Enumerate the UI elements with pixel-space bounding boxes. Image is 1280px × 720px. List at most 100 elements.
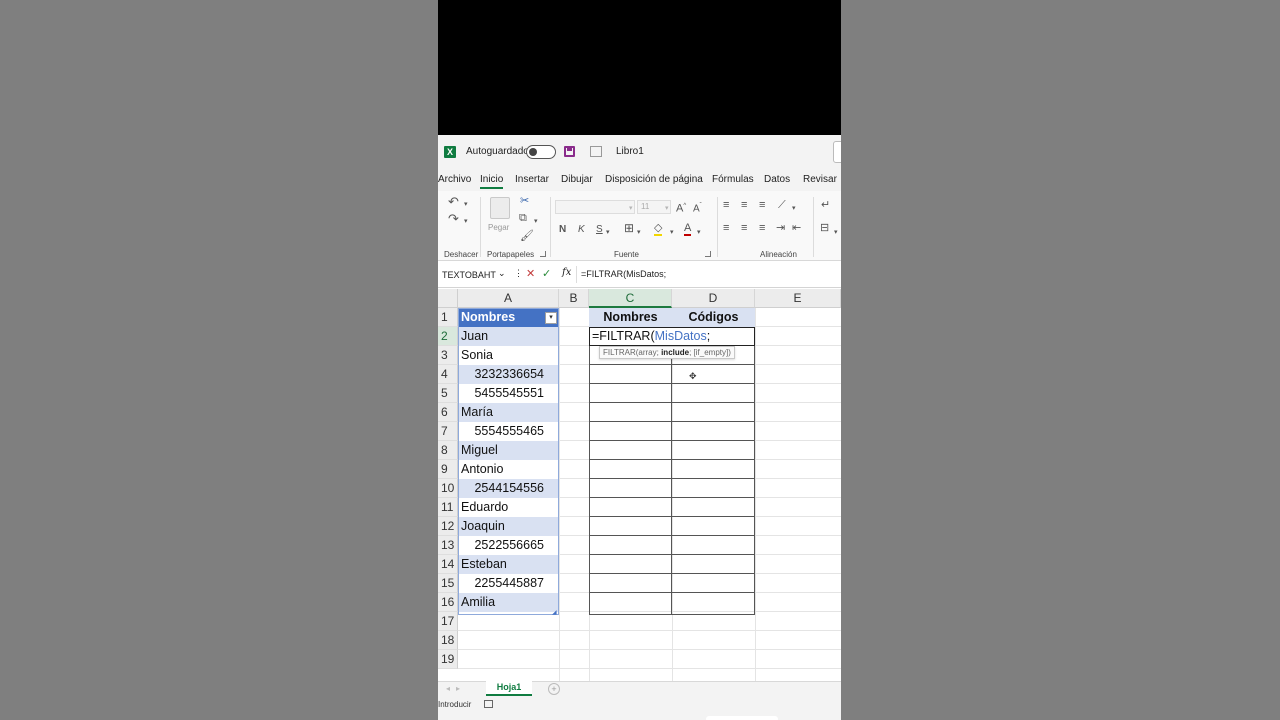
sheet-tab-hoja1[interactable]: Hoja1	[486, 681, 532, 696]
add-sheet-icon[interactable]: +	[548, 683, 560, 695]
bold-icon[interactable]: N	[559, 224, 566, 235]
paste-icon[interactable]	[490, 197, 510, 219]
table-cell[interactable]: 2544154556	[459, 479, 558, 498]
column-header-c[interactable]: C	[589, 289, 672, 308]
align-left-icon[interactable]: ≡	[723, 223, 729, 234]
tab-insertar[interactable]: Insertar	[515, 174, 549, 185]
table-cell[interactable]: Sonia	[459, 346, 558, 365]
outdent-icon[interactable]: ⇤	[792, 223, 801, 234]
table-cell[interactable]: Juan	[459, 327, 558, 346]
table-cell[interactable]: Miguel	[459, 441, 558, 460]
select-all-corner[interactable]	[438, 289, 458, 308]
align-bottom-icon[interactable]: ≡	[759, 200, 765, 211]
tab-formulas[interactable]: Fórmulas	[712, 174, 754, 185]
filter-dropdown-icon[interactable]: ▾	[545, 312, 557, 324]
font-name-combo[interactable]	[555, 200, 635, 214]
merge-icon[interactable]: ⊟	[820, 223, 829, 234]
row-header[interactable]: 14	[438, 555, 458, 574]
align-top-icon[interactable]: ≡	[723, 200, 729, 211]
save-icon[interactable]	[564, 146, 575, 157]
row-header[interactable]: 13	[438, 536, 458, 555]
sheet-nav-arrows-icon[interactable]: ◂▸	[446, 684, 466, 693]
row-header[interactable]: 15	[438, 574, 458, 593]
row-header[interactable]: 5	[438, 384, 458, 403]
table-resize-handle[interactable]: ◢	[552, 609, 557, 616]
active-cell-editor[interactable]: =FILTRAR(MisDatos;	[589, 327, 755, 346]
tab-dibujar[interactable]: Dibujar	[561, 174, 593, 185]
cancel-icon[interactable]: ✕	[526, 267, 535, 280]
row-header[interactable]: 3	[438, 346, 458, 365]
accessibility-icon[interactable]	[484, 700, 493, 708]
chevron-down-icon[interactable]: ▾	[464, 199, 468, 210]
cut-icon[interactable]: ✂	[520, 196, 529, 207]
italic-icon[interactable]: K	[578, 224, 585, 235]
table-cell[interactable]: 5455545551	[459, 384, 558, 403]
row-header[interactable]: 17	[438, 612, 458, 631]
chevron-down-icon[interactable]: ⌄	[498, 268, 506, 279]
row-header[interactable]: 6	[438, 403, 458, 422]
tab-inicio[interactable]: Inicio	[480, 174, 504, 189]
insert-function-icon[interactable]: fx	[562, 267, 571, 278]
chevron-down-icon[interactable]: ▾	[464, 216, 468, 227]
chevron-down-icon[interactable]: ▾	[629, 203, 633, 214]
row-header[interactable]: 18	[438, 631, 458, 650]
table-cell[interactable]: 2255445887	[459, 574, 558, 593]
undo-icon[interactable]: ↶	[448, 195, 459, 208]
chevron-down-icon[interactable]: ▾	[670, 227, 674, 238]
table-cell[interactable]: María	[459, 403, 558, 422]
chevron-down-icon[interactable]: ▾	[665, 203, 669, 214]
layout-icon[interactable]	[590, 146, 602, 157]
orientation-icon[interactable]: ⟋	[778, 200, 786, 211]
table-cell[interactable]: 5554555465	[459, 422, 558, 441]
borders-icon[interactable]: ⊞	[624, 222, 634, 234]
chevron-down-icon[interactable]: ▾	[834, 227, 838, 238]
chevron-down-icon[interactable]: ▾	[697, 227, 701, 238]
column-header-a[interactable]: A	[458, 289, 559, 308]
decrease-font-icon[interactable]: Aˇ	[693, 201, 702, 214]
redo-icon[interactable]: ↷	[448, 212, 459, 225]
autosave-toggle[interactable]	[526, 145, 556, 159]
column-header-d[interactable]: D	[672, 289, 755, 308]
table-cell[interactable]: Joaquin	[459, 517, 558, 536]
chevron-down-icon[interactable]: ▾	[792, 203, 796, 214]
table-cell[interactable]: 3232336654	[459, 365, 558, 384]
row-header[interactable]: 8	[438, 441, 458, 460]
copy-icon[interactable]: ⧉	[519, 213, 527, 224]
table-cell[interactable]: 2522556665	[459, 536, 558, 555]
align-right-icon[interactable]: ≡	[759, 223, 765, 234]
row-header[interactable]: 1	[438, 308, 458, 327]
workbook-title[interactable]: Libro1	[616, 146, 644, 157]
chevron-down-icon[interactable]: ▾	[534, 216, 538, 227]
tab-revisar[interactable]: Revisar	[803, 174, 837, 185]
format-painter-icon[interactable]: 🖌	[520, 231, 534, 242]
font-launcher-icon[interactable]	[705, 251, 711, 257]
align-center-icon[interactable]: ≡	[741, 223, 747, 234]
row-header[interactable]: 9	[438, 460, 458, 479]
indent-icon[interactable]: ⇥	[776, 223, 785, 234]
table-cell[interactable]: Amilia	[459, 593, 558, 612]
row-header[interactable]: 7	[438, 422, 458, 441]
row-header[interactable]: 4	[438, 365, 458, 384]
chevron-down-icon[interactable]: ▾	[637, 227, 641, 238]
column-header-e[interactable]: E	[755, 289, 841, 308]
font-color-icon[interactable]: A	[684, 223, 692, 236]
function-tooltip[interactable]: FILTRAR(array; include; [if_empty])	[599, 346, 735, 359]
row-header[interactable]: 19	[438, 650, 458, 669]
tab-archivo[interactable]: Archivo	[438, 174, 471, 185]
worksheet-grid[interactable]: A B C D E 1 2 3 4 5 6 7 8 9 10 11 12 13 …	[438, 289, 841, 681]
more-icon[interactable]: ⋮	[514, 268, 523, 279]
column-header-b[interactable]: B	[559, 289, 589, 308]
wrap-text-icon[interactable]: ↵	[821, 200, 830, 211]
increase-font-icon[interactable]: A^	[676, 201, 686, 215]
row-header[interactable]: 10	[438, 479, 458, 498]
table-cell[interactable]: Eduardo	[459, 498, 558, 517]
enter-icon[interactable]: ✓	[542, 267, 551, 280]
tab-disposicion[interactable]: Disposición de página	[605, 174, 703, 185]
row-header[interactable]: 11	[438, 498, 458, 517]
tab-datos[interactable]: Datos	[764, 174, 790, 185]
table-cell[interactable]: Antonio	[459, 460, 558, 479]
underline-icon[interactable]: S	[596, 224, 603, 235]
chevron-down-icon[interactable]: ▾	[606, 227, 610, 238]
align-middle-icon[interactable]: ≡	[741, 200, 747, 211]
zoom-slider[interactable]	[706, 716, 778, 720]
